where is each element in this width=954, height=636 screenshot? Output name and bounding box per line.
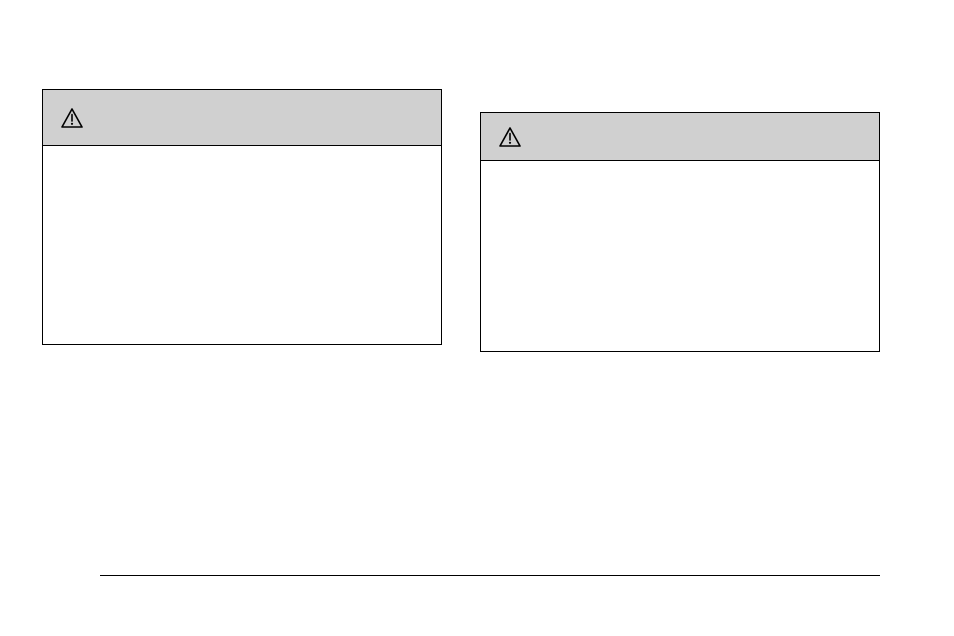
document-page	[0, 0, 954, 636]
caution-box-left-header	[43, 90, 441, 146]
caution-box-right	[480, 112, 880, 352]
warning-icon	[499, 127, 521, 147]
caution-box-right-body	[481, 161, 879, 185]
caution-box-right-header	[481, 113, 879, 161]
footer-divider	[100, 575, 880, 576]
caution-box-left	[42, 89, 442, 345]
warning-icon	[61, 108, 83, 128]
caution-box-left-body	[43, 146, 441, 170]
